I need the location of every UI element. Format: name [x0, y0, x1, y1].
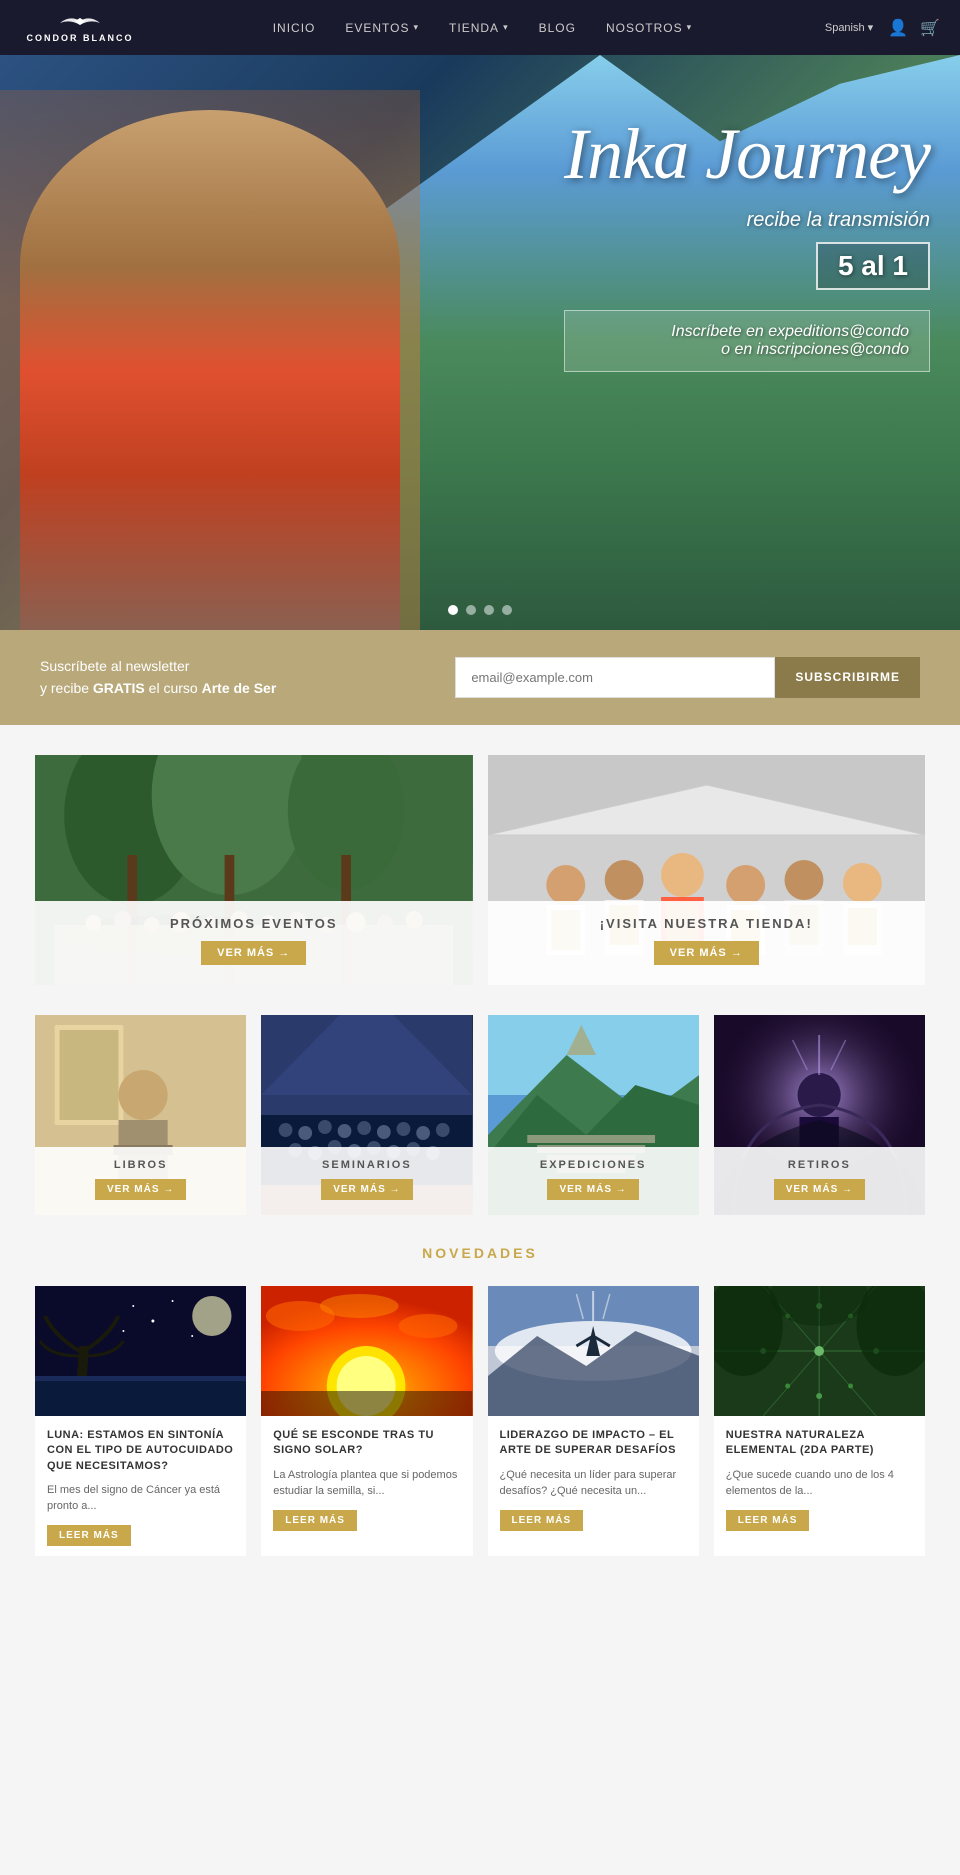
- promo-card-events[interactable]: PRÓXIMOS EVENTOS VER MÁS →: [35, 755, 473, 985]
- naturaleza-image: [714, 1286, 925, 1416]
- liderazgo-read-more-button[interactable]: LEER MÁS: [500, 1510, 584, 1531]
- liderazgo-image: [488, 1286, 699, 1416]
- retiros-title: RETIROS: [724, 1159, 915, 1171]
- events-card-overlay: PRÓXIMOS EVENTOS VER MÁS →: [35, 901, 473, 985]
- category-seminarios[interactable]: SEMINARIOS VER MÁS →: [261, 1015, 472, 1215]
- luna-excerpt: El mes del signo de Cáncer ya está pront…: [47, 1482, 234, 1515]
- user-icon[interactable]: 👤: [888, 18, 908, 38]
- luna-read-more-button[interactable]: LEER MÁS: [47, 1525, 131, 1546]
- expediciones-button[interactable]: VER MÁS →: [547, 1179, 638, 1200]
- header-icons-group: 👤 🛒: [888, 18, 940, 38]
- retiros-overlay: RETIROS VER MÁS →: [714, 1147, 925, 1215]
- liderazgo-content: LIDERAZGO DE IMPACTO – EL ARTE DE SUPERA…: [488, 1416, 699, 1541]
- slider-dots: [448, 605, 512, 615]
- hero-person-image: [0, 90, 420, 630]
- news-card-signo[interactable]: QUÉ SE ESCONDE TRAS TU SIGNO SOLAR? La A…: [261, 1286, 472, 1556]
- category-retiros[interactable]: RETIROS VER MÁS →: [714, 1015, 925, 1215]
- liderazgo-title: LIDERAZGO DE IMPACTO – EL ARTE DE SUPERA…: [500, 1428, 687, 1459]
- naturaleza-content: NUESTRA NATURALEZA ELEMENTAL (2DA PARTE)…: [714, 1416, 925, 1541]
- novedades-section: NOVEDADES: [0, 1215, 960, 1586]
- newsletter-form: SUBSCRIBIRME: [455, 657, 920, 698]
- shop-card-button[interactable]: VER MÁS →: [654, 941, 759, 965]
- newsletter-section: Suscríbete al newsletter y recibe GRATIS…: [0, 630, 960, 725]
- nav-nosotros[interactable]: NOSOTROS ▾: [606, 21, 692, 35]
- libros-overlay: LIBROS VER MÁS →: [35, 1147, 246, 1215]
- naturaleza-read-more-button[interactable]: LEER MÁS: [726, 1510, 810, 1531]
- luna-title: LUNA: ESTAMOS EN SINTONÍA CON EL TIPO DE…: [47, 1428, 234, 1474]
- shop-card-overlay: ¡VISITA NUESTRA TIENDA! VER MÁS →: [488, 901, 926, 985]
- slider-dot-4[interactable]: [502, 605, 512, 615]
- newsletter-text: Suscríbete al newsletter y recibe GRATIS…: [40, 655, 276, 700]
- hero-title: Inka Journey: [564, 115, 930, 194]
- nav-blog[interactable]: BLOG: [539, 21, 576, 35]
- tienda-dropdown-icon: ▾: [503, 22, 509, 33]
- promo-card-shop[interactable]: ¡VISITA NUESTRA TIENDA! VER MÁS →: [488, 755, 926, 985]
- hero-subtitle: recibe la transmisión: [564, 209, 930, 232]
- newsletter-submit-button[interactable]: SUBSCRIBIRME: [775, 657, 920, 698]
- hero-slider: Inka Journey recibe la transmisión 5 al …: [0, 55, 960, 630]
- newsletter-email-input[interactable]: [455, 657, 775, 698]
- hero-background: Inka Journey recibe la transmisión 5 al …: [0, 55, 960, 630]
- luna-svg: [35, 1286, 246, 1416]
- expediciones-title: EXPEDICIONES: [498, 1159, 689, 1171]
- news-card-naturaleza[interactable]: NUESTRA NATURALEZA ELEMENTAL (2DA PARTE)…: [714, 1286, 925, 1556]
- signo-image: [261, 1286, 472, 1416]
- novedades-heading: NOVEDADES: [35, 1245, 925, 1261]
- slider-dot-3[interactable]: [484, 605, 494, 615]
- libros-title: LIBROS: [45, 1159, 236, 1171]
- categories-grid: LIBROS VER MÁS →: [0, 1015, 960, 1215]
- hero-contact: Inscríbete en expeditions@condo o en ins…: [564, 310, 930, 372]
- shop-card-title: ¡VISITA NUESTRA TIENDA!: [508, 916, 906, 931]
- luna-content: LUNA: ESTAMOS EN SINTONÍA CON EL TIPO DE…: [35, 1416, 246, 1556]
- hero-dates: 5 al 1: [816, 242, 930, 290]
- site-logo[interactable]: CONDOR BLANCO: [20, 13, 140, 43]
- naturaleza-svg: [714, 1286, 925, 1416]
- libros-button[interactable]: VER MÁS →: [95, 1179, 186, 1200]
- signo-svg: [261, 1286, 472, 1416]
- seminarios-title: SEMINARIOS: [271, 1159, 462, 1171]
- signo-excerpt: La Astrología plantea que si podemos est…: [273, 1467, 460, 1500]
- condor-icon: [55, 13, 105, 33]
- category-libros[interactable]: LIBROS VER MÁS →: [35, 1015, 246, 1215]
- signo-read-more-button[interactable]: LEER MÁS: [273, 1510, 357, 1531]
- news-card-liderazgo[interactable]: LIDERAZGO DE IMPACTO – EL ARTE DE SUPERA…: [488, 1286, 699, 1556]
- liderazgo-svg: [488, 1286, 699, 1416]
- slider-dot-2[interactable]: [466, 605, 476, 615]
- main-nav: INICIO EVENTOS ▾ TIENDA ▾ BLOG NOSOTROS …: [140, 21, 825, 35]
- news-card-luna[interactable]: LUNA: ESTAMOS EN SINTONÍA CON EL TIPO DE…: [35, 1286, 246, 1556]
- slider-dot-1[interactable]: [448, 605, 458, 615]
- events-card-title: PRÓXIMOS EVENTOS: [55, 916, 453, 931]
- nav-inicio[interactable]: INICIO: [273, 21, 316, 35]
- nav-tienda[interactable]: TIENDA ▾: [449, 21, 509, 35]
- events-card-button[interactable]: VER MÁS →: [201, 941, 306, 965]
- liderazgo-excerpt: ¿Qué necesita un líder para superar desa…: [500, 1467, 687, 1500]
- retiros-button[interactable]: VER MÁS →: [774, 1179, 865, 1200]
- luna-image: [35, 1286, 246, 1416]
- nosotros-dropdown-icon: ▾: [687, 22, 693, 33]
- lang-dropdown-icon: ▾: [868, 21, 874, 34]
- language-selector[interactable]: Spanish ▾: [825, 21, 873, 34]
- novedades-grid: LUNA: ESTAMOS EN SINTONÍA CON EL TIPO DE…: [35, 1286, 925, 1556]
- category-expediciones[interactable]: EXPEDICIONES VER MÁS →: [488, 1015, 699, 1215]
- brand-name-text: CONDOR BLANCO: [27, 33, 134, 43]
- cart-icon[interactable]: 🛒: [920, 18, 940, 38]
- person-silhouette: [20, 110, 400, 630]
- promo-cards-grid: PRÓXIMOS EVENTOS VER MÁS →: [0, 755, 960, 985]
- expediciones-overlay: EXPEDICIONES VER MÁS →: [488, 1147, 699, 1215]
- signo-title: QUÉ SE ESCONDE TRAS TU SIGNO SOLAR?: [273, 1428, 460, 1459]
- site-header: CONDOR BLANCO INICIO EVENTOS ▾ TIENDA ▾ …: [0, 0, 960, 55]
- nav-eventos[interactable]: EVENTOS ▾: [345, 21, 419, 35]
- seminarios-overlay: SEMINARIOS VER MÁS →: [261, 1147, 472, 1215]
- naturaleza-title: NUESTRA NATURALEZA ELEMENTAL (2DA PARTE): [726, 1428, 913, 1459]
- seminarios-button[interactable]: VER MÁS →: [321, 1179, 412, 1200]
- eventos-dropdown-icon: ▾: [414, 22, 420, 33]
- naturaleza-excerpt: ¿Que sucede cuando uno de los 4 elemento…: [726, 1467, 913, 1500]
- hero-text-block: Inka Journey recibe la transmisión 5 al …: [564, 115, 930, 372]
- header-right-section: Spanish ▾ 👤 🛒: [825, 18, 940, 38]
- signo-content: QUÉ SE ESCONDE TRAS TU SIGNO SOLAR? La A…: [261, 1416, 472, 1541]
